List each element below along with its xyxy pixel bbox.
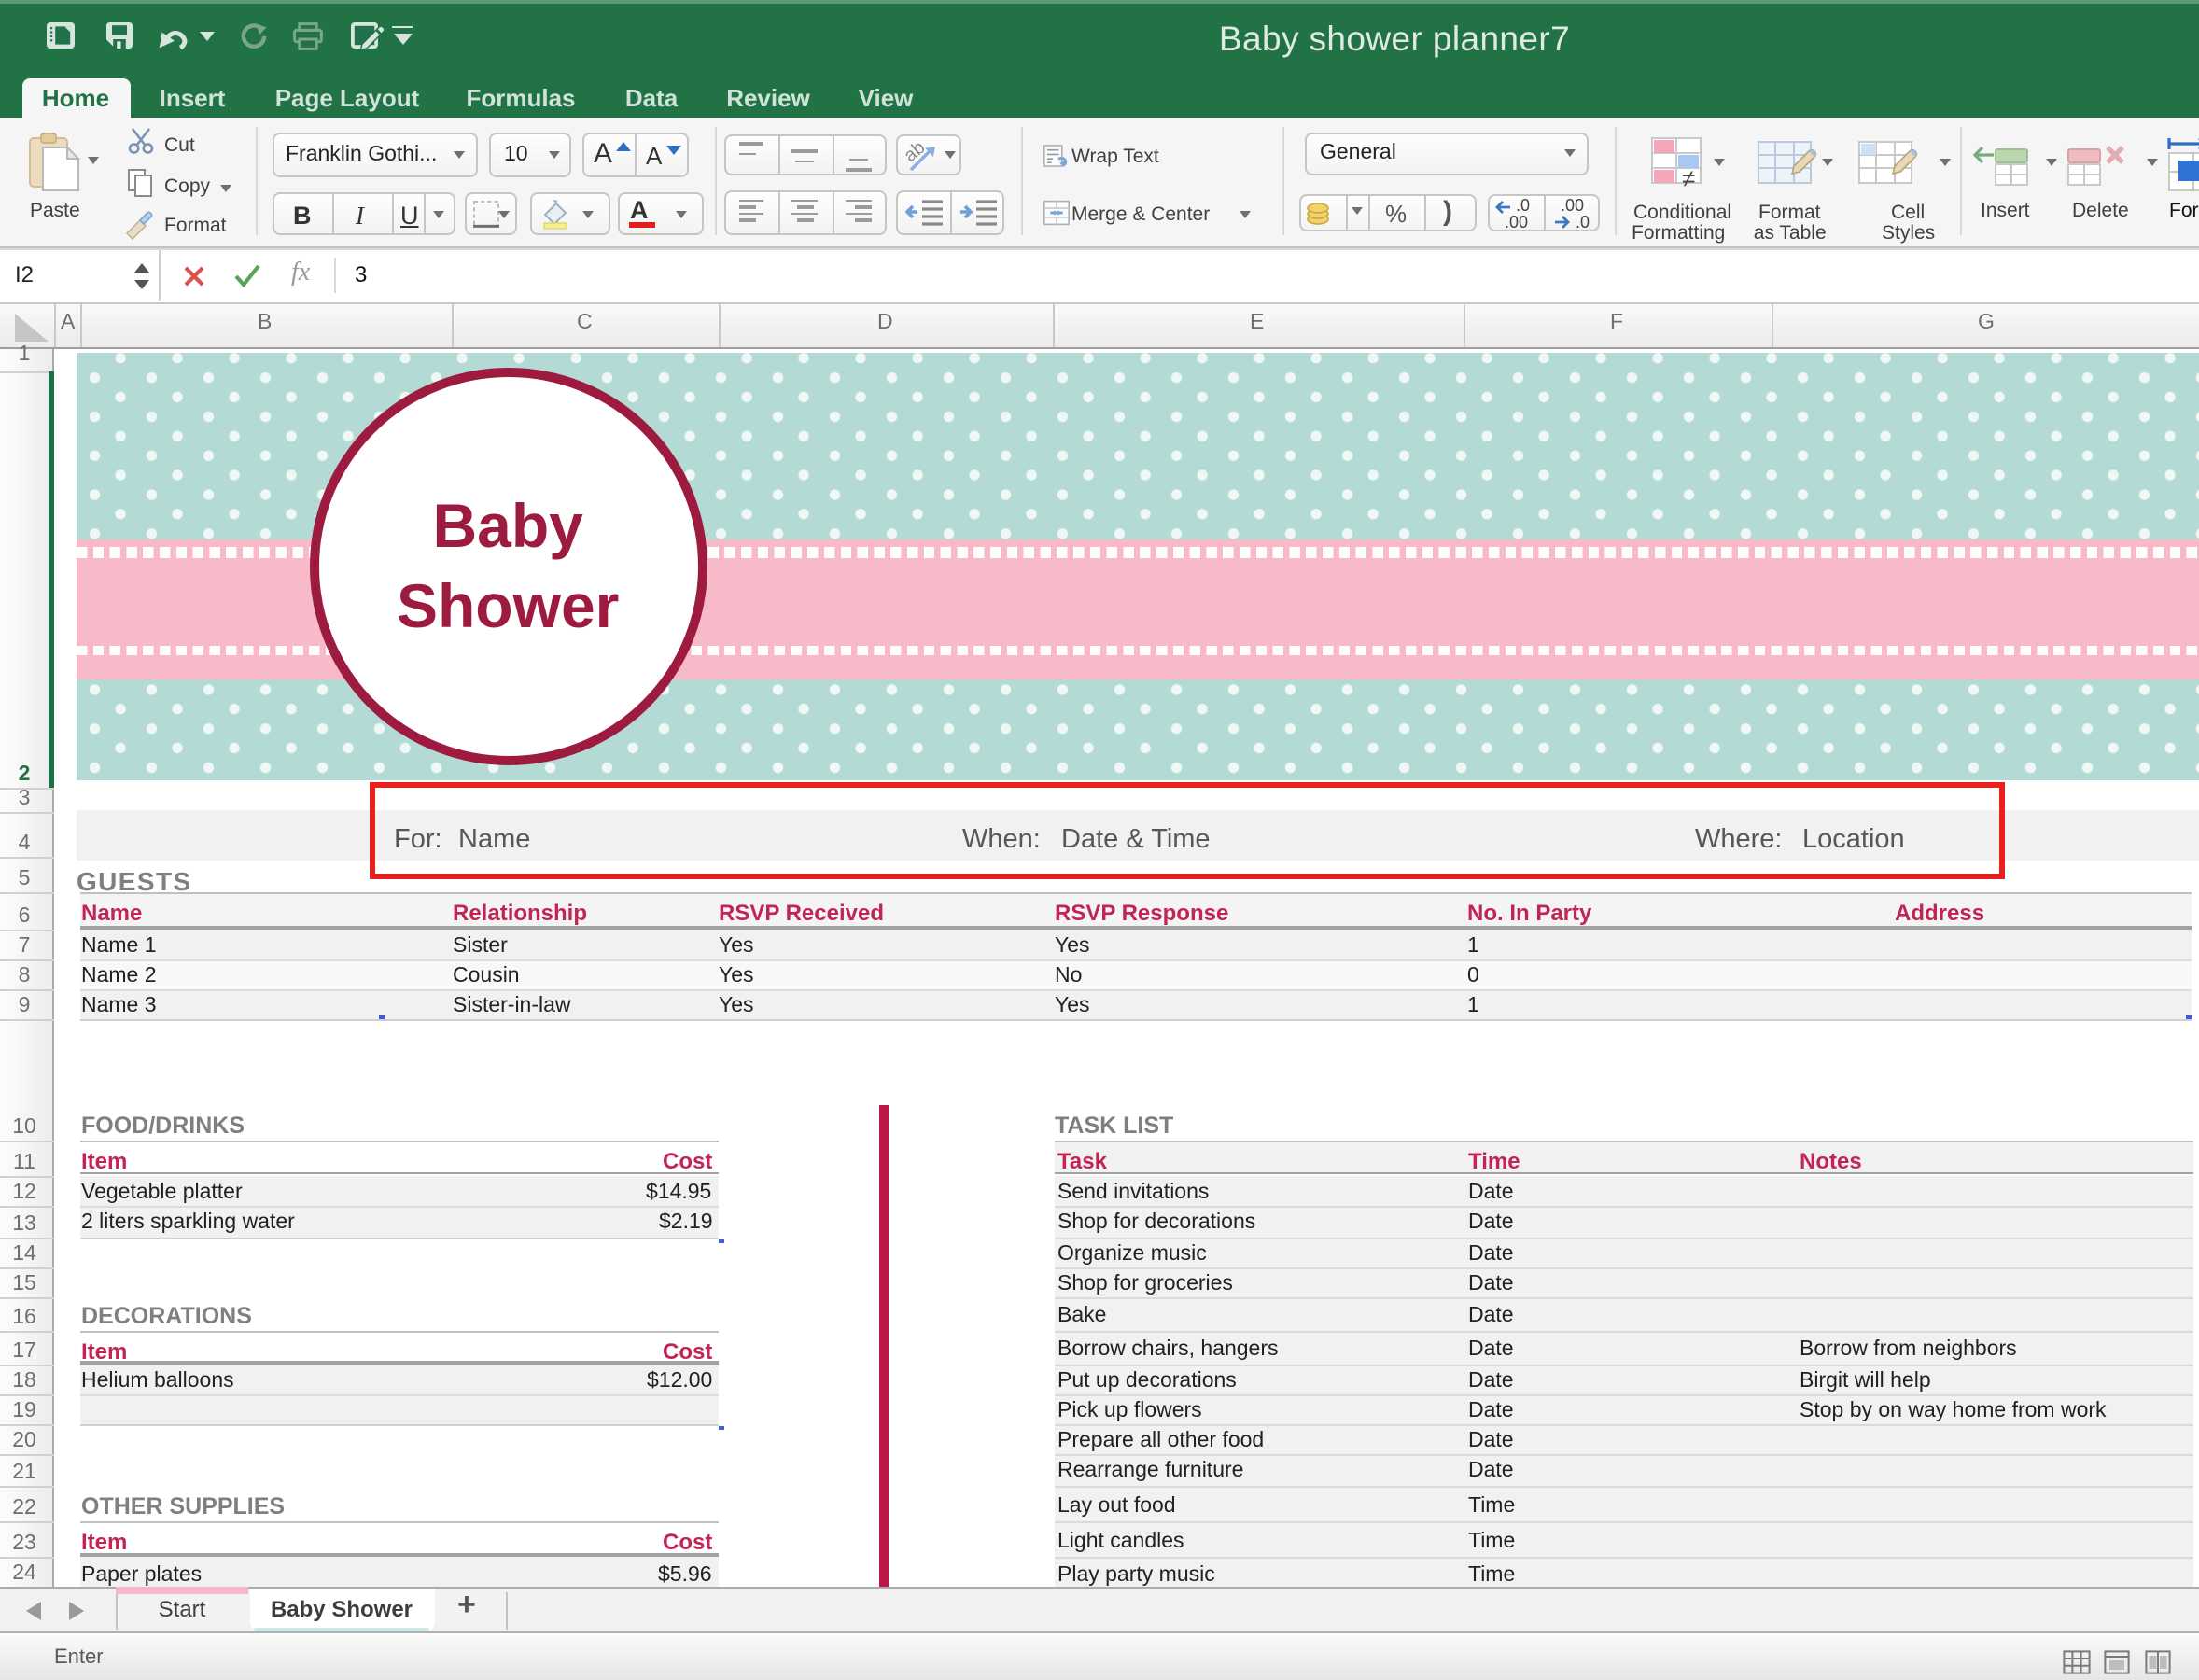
svg-text:≠: ≠ <box>1682 163 1695 191</box>
